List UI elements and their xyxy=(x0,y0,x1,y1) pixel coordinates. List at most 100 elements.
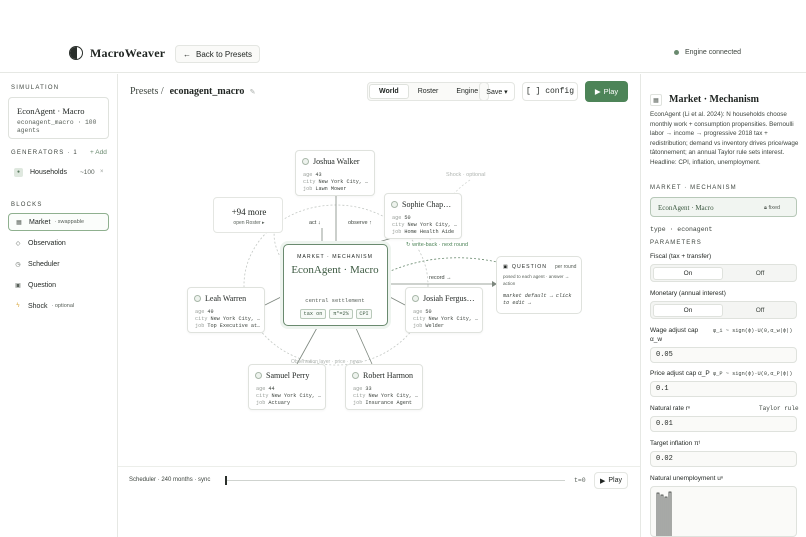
play-button[interactable]: ▶ Play xyxy=(585,81,628,102)
block-question[interactable]: ▣ Question xyxy=(8,276,109,294)
block-observation[interactable]: ◇ Observation xyxy=(8,234,109,252)
block-shock[interactable]: ϟ Shock · optional xyxy=(8,297,109,315)
monetary-off-option[interactable]: Off xyxy=(725,304,795,317)
scheduler-play-label: Play xyxy=(608,477,622,484)
edge-label-act: act ↓ xyxy=(308,220,322,226)
question-prompt[interactable]: market default → click to edit → xyxy=(503,293,579,307)
fixed-label: fixed xyxy=(768,205,781,211)
fiscal-off-option[interactable]: Off xyxy=(725,267,795,280)
agent-node[interactable]: Joshua Walker age 43 city New York City, …… xyxy=(295,150,375,196)
scheduler-play-button[interactable]: ▶ Play xyxy=(594,472,628,489)
taylor-rule-note: Taylor rule xyxy=(759,405,799,412)
status-dot-icon xyxy=(674,50,679,55)
market-icon: ▦ xyxy=(16,219,22,226)
timeline-handle[interactable] xyxy=(225,476,227,485)
block-label: Question xyxy=(28,281,57,289)
agent-meta: age 50 city New York City, … job Welder xyxy=(413,309,479,330)
fiscal-on-option[interactable]: On xyxy=(653,267,723,280)
pencil-icon[interactable]: ✎ xyxy=(250,88,256,96)
agent-age: 50 xyxy=(425,309,432,315)
agent-node[interactable]: Samuel Perry age 44 city New York City, … … xyxy=(248,364,326,410)
timeline-step: t=0 xyxy=(574,477,586,484)
inspector-title: Market · Mechanism xyxy=(669,94,759,105)
logo-icon xyxy=(69,46,83,60)
block-label: Market xyxy=(29,218,51,226)
mechanism-select[interactable]: EconAgent · Macro 🔒︎ fixed xyxy=(650,197,797,217)
agent-node[interactable]: Sophie Chap… age 50 city New York City, … … xyxy=(384,193,462,239)
back-button-label: Back to Presets xyxy=(196,49,253,59)
question-square-icon: ▣ xyxy=(503,264,509,270)
agent-node[interactable]: Robert Harmon age 33 city New York City, …… xyxy=(345,364,423,410)
block-label: Scheduler xyxy=(28,260,60,268)
wage-cap-formula: φ_i ~ sign(ϕ)·U(0,α_w|ϕ|) xyxy=(713,328,793,334)
natural-unemployment-chart[interactable] xyxy=(650,486,797,537)
more-agents-node[interactable]: +94 more open Roster ▸ xyxy=(213,197,283,233)
natural-rate-input[interactable]: 0.01 xyxy=(650,416,797,432)
arrow-left-icon: ← xyxy=(183,49,191,59)
agent-age: 43 xyxy=(315,172,322,178)
breadcrumb-current[interactable]: econagent_macro xyxy=(170,86,244,97)
agent-job: Insurance Agent xyxy=(365,400,413,407)
agent-avatar-icon xyxy=(412,295,419,302)
agent-node[interactable]: Leah Warren age 49 city New York City, … j… xyxy=(187,287,265,333)
mechanism-pill: CPI xyxy=(356,309,372,319)
wage-cap-label: Wage adjust cap α_w xyxy=(650,327,699,343)
agent-city: New York City, … xyxy=(407,222,458,229)
more-agents-count: +94 more xyxy=(231,207,267,217)
agent-name: Robert Harmon xyxy=(363,371,413,380)
target-inflation-input[interactable]: 0.02 xyxy=(650,451,797,467)
agent-name: Leah Warren xyxy=(205,294,247,303)
market-mechanism-node[interactable]: MARKET · MECHANISM EconAgent · Macro cen… xyxy=(283,244,388,326)
question-node[interactable]: ▣ QUESTION per round posed to each agent … xyxy=(496,256,582,314)
simulation-subtitle: econagent_macro · 100 agents xyxy=(17,119,97,134)
agent-job: Welder xyxy=(425,323,445,330)
block-note: · swappable xyxy=(54,219,85,225)
fiscal-label: Fiscal (tax + transfer) xyxy=(650,253,712,260)
agent-name: Sophie Chap… xyxy=(402,200,452,209)
tab-roster[interactable]: Roster xyxy=(409,84,448,99)
diamond-icon: ◇ xyxy=(15,240,21,247)
agent-city: New York City, … xyxy=(271,393,322,400)
agent-meta: age 43 city New York City, … job Lawn Mower xyxy=(303,172,369,193)
generators-section-label: GENERATORS · 1 xyxy=(11,150,78,156)
simulation-title: EconAgent · Macro xyxy=(17,106,85,116)
block-label: Observation xyxy=(28,239,66,247)
mechanism-pill: π*=2% xyxy=(329,309,353,319)
breadcrumb: Presets / econagent_macro ✎ xyxy=(130,86,255,97)
back-to-presets-button[interactable]: ← Back to Presets xyxy=(175,45,261,63)
bolt-icon: ϟ xyxy=(16,303,20,309)
mechanism-title: EconAgent · Macro xyxy=(291,264,379,276)
agent-avatar-icon xyxy=(194,295,201,302)
monetary-on-option[interactable]: On xyxy=(653,304,723,317)
agent-meta: age 44 city New York City, … job Actuary xyxy=(256,386,322,407)
price-cap-input[interactable]: 0.1 xyxy=(650,381,797,397)
remove-generator-icon[interactable]: × xyxy=(100,169,104,175)
block-scheduler[interactable]: ◷ Scheduler xyxy=(8,255,109,273)
lock-icon: 🔒︎ xyxy=(764,205,767,211)
agent-avatar-icon xyxy=(391,201,398,208)
agent-city: New York City, … xyxy=(428,316,479,323)
wage-cap-input[interactable]: 0.05 xyxy=(650,347,797,363)
tab-world[interactable]: World xyxy=(369,84,409,99)
top-header: MacroWeaver ← Back to Presets Engine con… xyxy=(0,0,806,73)
engine-status-text: Engine connected xyxy=(685,49,742,56)
question-round: per round xyxy=(555,264,577,270)
mechanism-section-label: MARKET · MECHANISM xyxy=(650,185,737,191)
block-market[interactable]: ▦ Market · swappable xyxy=(8,213,109,231)
save-button[interactable]: Save ▾ xyxy=(479,82,515,101)
price-cap-label: Price adjust cap α_P xyxy=(650,370,710,377)
play-icon: ▶ xyxy=(594,87,601,96)
breadcrumb-root[interactable]: Presets / xyxy=(130,86,164,97)
add-generator-button[interactable]: + Add xyxy=(90,149,107,156)
timeline-track[interactable] xyxy=(225,480,565,481)
config-button[interactable]: [ ] config xyxy=(522,82,578,101)
agent-age: 33 xyxy=(365,386,372,392)
simulation-card[interactable]: EconAgent · Macro econagent_macro · 100 … xyxy=(8,97,109,139)
open-roster-link[interactable]: open Roster ▸ xyxy=(214,220,284,226)
generator-households[interactable]: ● Households ~100 × xyxy=(8,163,109,181)
agent-node[interactable]: Josiah Fergus… age 50 city New York City, … xyxy=(405,287,483,333)
agent-age: 44 xyxy=(268,386,275,392)
mechanism-type: type · econagent xyxy=(650,226,713,233)
price-cap-formula: φ_P ~ sign(ϕ)·U(0,α_P|ϕ|) xyxy=(713,371,793,377)
monetary-label: Monetary (annual interest) xyxy=(650,290,726,297)
